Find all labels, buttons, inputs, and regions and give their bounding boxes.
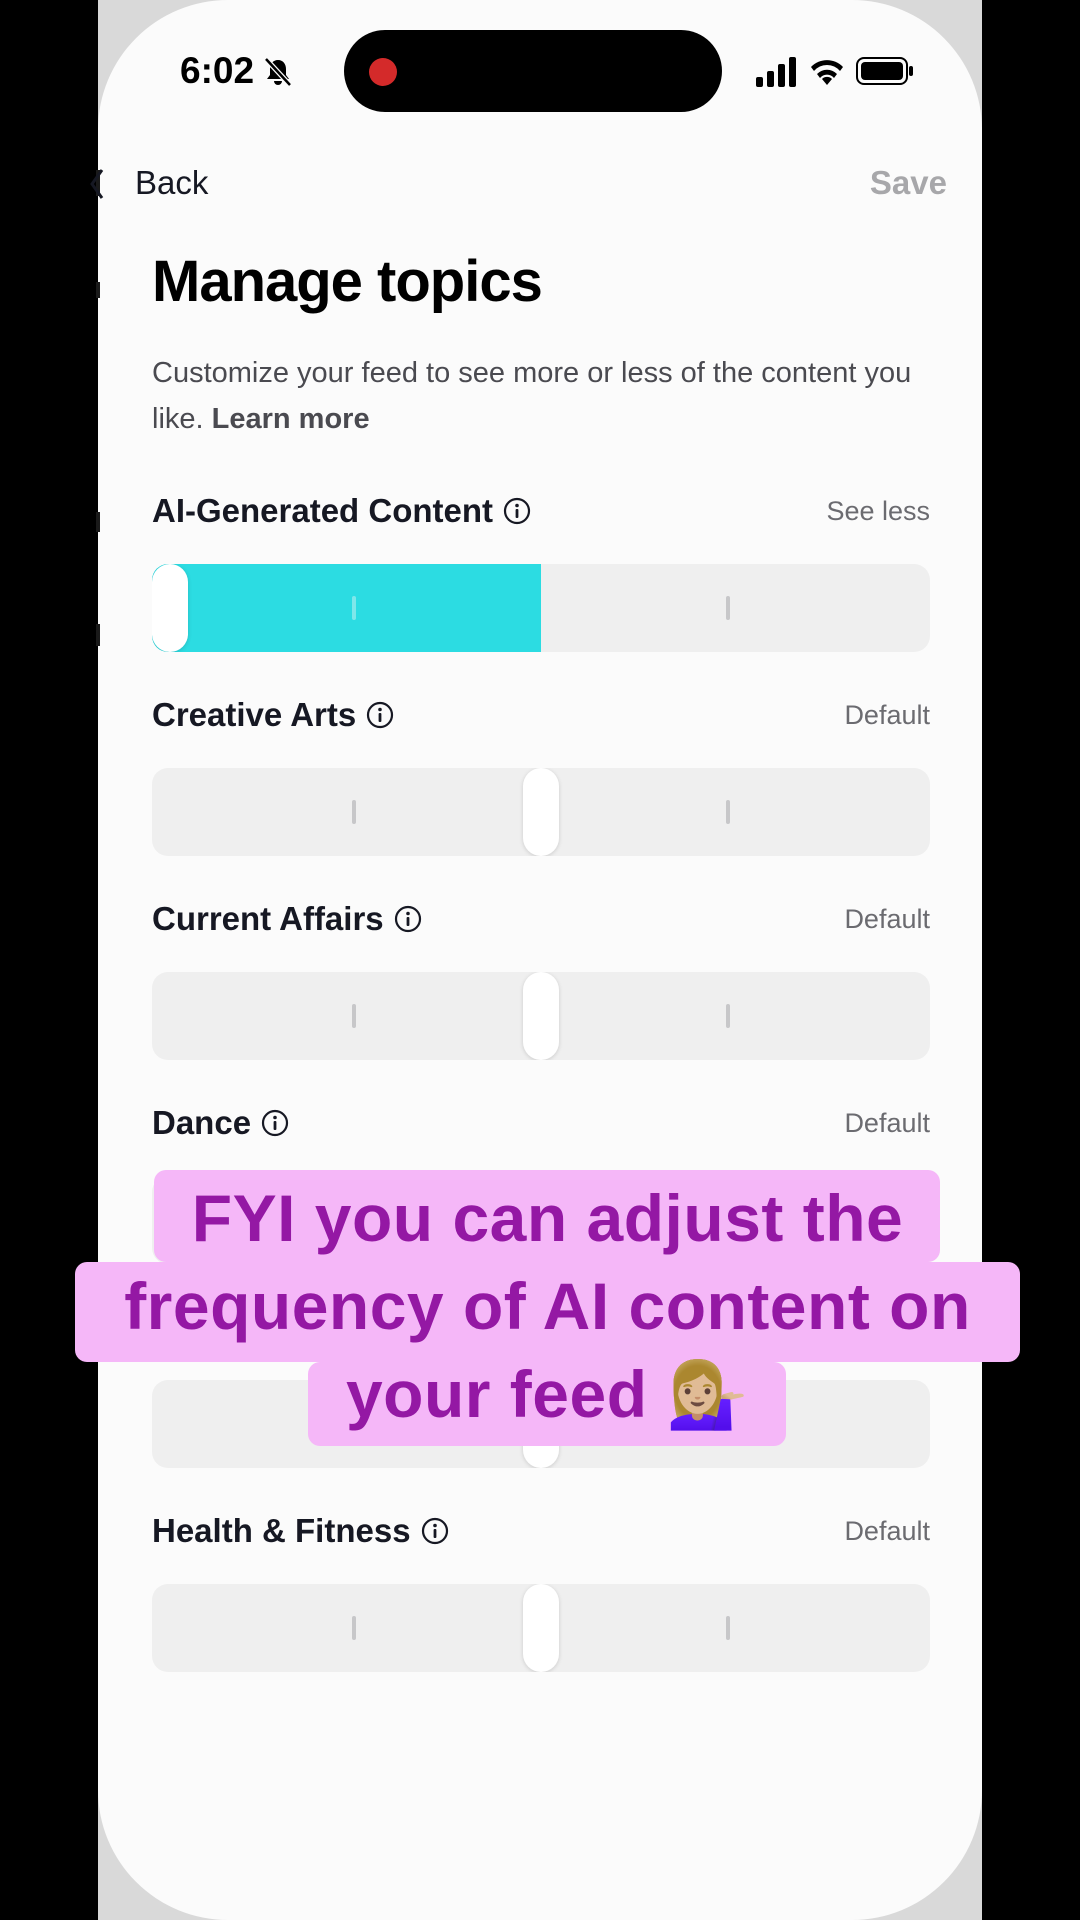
page-title: Manage topics [152,249,543,314]
topic-name: Current Affairs [152,900,384,937]
page-description: Customize your feed to see more or less … [152,350,942,442]
topic-status: Default [844,1516,930,1546]
slider-thumb[interactable] [523,972,559,1060]
slider-tick [352,1616,357,1640]
slider-tick [725,800,730,824]
info-icon[interactable] [366,701,394,729]
slider-tick [725,1004,730,1028]
slider-tick [352,800,357,824]
topic-slider[interactable] [152,972,930,1060]
slider-thumb[interactable] [523,1584,559,1672]
slider-fill [152,564,541,652]
bell-off-icon [264,57,292,87]
caption-line: your feed 💁🏼‍♀️ [345,1357,750,1431]
caption-line: frequency of AI content on [124,1269,971,1343]
chevron-left-icon[interactable] [90,168,104,200]
save-button[interactable]: Save [870,164,947,202]
slider-tick [352,1004,357,1028]
slider-tick [352,596,357,620]
topic-label: AI-Generated Content [152,492,531,530]
topic-name: Creative Arts [152,696,357,733]
topic-name: AI-Generated Content [152,492,494,529]
topic-slider[interactable] [152,564,930,652]
edge-artifact [96,512,100,532]
topic-status: Default [844,700,930,730]
slider-tick [725,596,730,620]
topic-label: Health & Fitness [152,1512,449,1550]
topic-status: Default [844,1108,930,1138]
topic-label: Creative Arts [152,696,394,734]
slider-thumb[interactable] [152,564,188,652]
recording-indicator [369,58,397,86]
topic-label: Dance [152,1104,289,1142]
edge-artifact [96,282,100,298]
info-icon[interactable] [503,497,531,525]
battery-icon [856,57,913,85]
info-icon[interactable] [394,905,422,933]
topic-status: Default [844,904,930,934]
slider-tick [725,1616,730,1640]
info-icon[interactable] [261,1109,289,1137]
topic-name: Health & Fitness [152,1512,411,1549]
caption-line: FYI you can adjust the [191,1181,904,1255]
back-button[interactable]: Back [135,164,208,202]
status-time: 6:02 [180,50,255,91]
dynamic-island [344,30,722,112]
signal-icon [756,57,796,87]
slider-thumb[interactable] [523,768,559,856]
topic-slider[interactable] [152,1584,930,1672]
topic-status: See less [826,496,930,526]
learn-more-link[interactable]: Learn more [212,403,370,435]
wifi-icon [811,60,843,85]
topic-slider[interactable] [152,768,930,856]
topic-label: Current Affairs [152,900,422,938]
edge-artifact [96,624,100,646]
info-icon[interactable] [421,1517,449,1545]
topic-name: Dance [152,1104,252,1141]
